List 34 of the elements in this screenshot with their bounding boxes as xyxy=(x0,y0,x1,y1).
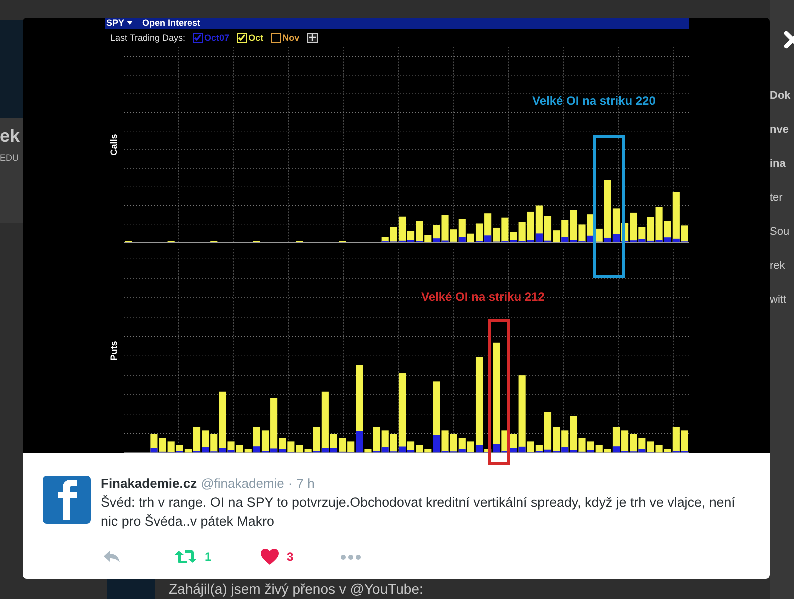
series-label: Oct07 xyxy=(204,32,230,43)
caret-icon xyxy=(126,21,133,26)
axis-label: Puts xyxy=(109,341,119,361)
add-icon[interactable] xyxy=(306,32,318,43)
sidebar-text: Sou xyxy=(770,226,791,238)
account-name[interactable]: Finakademie.cz xyxy=(101,476,198,491)
profile-name: ek xyxy=(0,126,22,147)
sidebar-text: Dok xyxy=(770,90,792,102)
tweet-text: Zahájil(a) jsem živý přenos v @YouTube: xyxy=(169,581,424,599)
series-checkbox[interactable] xyxy=(270,32,281,43)
sidebar-text: ina xyxy=(770,158,787,170)
toolbar-label: Last Trading Days: xyxy=(110,32,186,43)
like-button[interactable]: 3 xyxy=(261,549,341,565)
symbol-dropdown[interactable]: SPY xyxy=(106,18,133,28)
series-label: Oct xyxy=(248,32,264,43)
tweet-time[interactable]: 7 h xyxy=(296,476,315,491)
retweet-icon xyxy=(175,550,197,564)
series-checkbox[interactable] xyxy=(192,32,203,43)
separator-dot: · xyxy=(288,476,293,491)
tweet-text: Švéd: trh v range. OI na SPY to potvrzuje.Obchodovat kreditní vertikální spready, když je trh ve vlajce, není nic pro Švéda..v pátek Makro xyxy=(101,494,736,531)
avatar-placeholder xyxy=(107,579,155,599)
heart-icon xyxy=(261,549,279,565)
sidebar-text: witt xyxy=(770,294,788,306)
annotation-text: Velké OI na striku 212 xyxy=(422,290,545,304)
annotation-text: Velké OI na striku 220 xyxy=(532,94,656,108)
chart-title: Open Interest xyxy=(142,18,201,28)
sidebar-text: rek xyxy=(770,260,786,272)
logo-icon xyxy=(43,476,91,524)
sidebar-text: nve xyxy=(770,124,790,136)
account-handle[interactable]: @finakademie xyxy=(201,476,284,491)
profile-subtitle: EDU xyxy=(0,153,20,163)
axis-label: Calls xyxy=(109,134,119,156)
sidebar-text: ter xyxy=(770,192,784,204)
series-label: Nov xyxy=(282,32,300,43)
